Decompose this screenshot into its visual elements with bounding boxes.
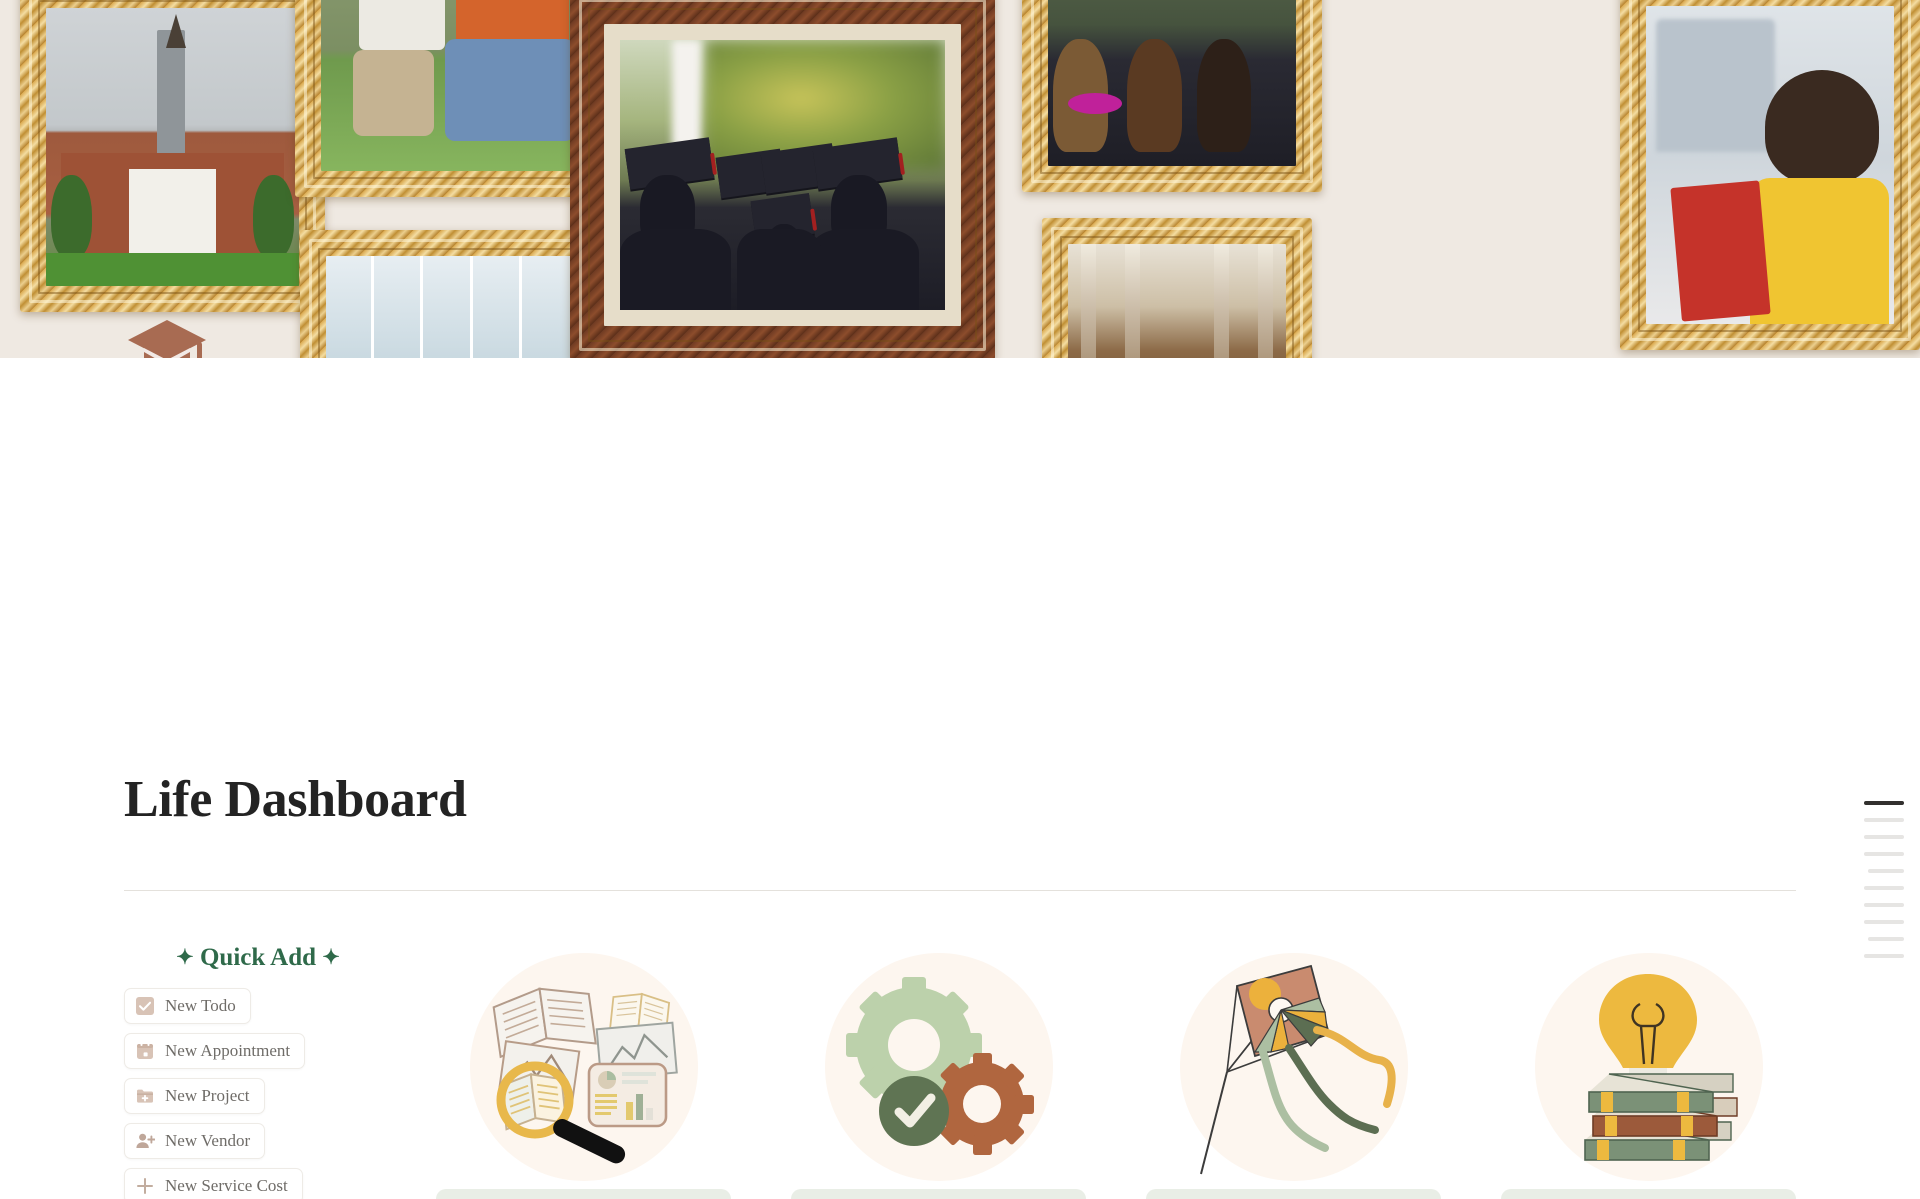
quick-add-panel: ✦ Quick Add ✦ New Todo New Appointment N… xyxy=(124,944,392,1199)
toc-item[interactable] xyxy=(1868,869,1904,873)
lightbulb-books-illustration xyxy=(1501,944,1796,1189)
new-service-cost-label: New Service Cost xyxy=(165,1176,288,1195)
page-title: Life Dashboard xyxy=(124,771,467,828)
card-reference: Reference Meals Cont xyxy=(1501,1189,1796,1199)
books-magnifier-illustration xyxy=(436,944,731,1189)
toc-item[interactable] xyxy=(1864,954,1904,958)
gears-check-illustration xyxy=(791,944,1086,1189)
column-daily: Daily Life Dashbo... xyxy=(436,944,731,1199)
toc-item[interactable] xyxy=(1864,886,1904,890)
toc-item[interactable] xyxy=(1864,852,1904,856)
cover-photo-glass xyxy=(300,230,600,358)
card-life: Life Budget xyxy=(1146,1189,1441,1199)
toc-item[interactable] xyxy=(1864,818,1904,822)
cover-photo-student-books xyxy=(1620,0,1920,350)
cover-photo-graduates-arms xyxy=(1022,0,1322,192)
column-planning: Planning Areas xyxy=(791,944,1086,1199)
title-divider xyxy=(124,890,1796,891)
cover-photo-campus xyxy=(20,0,325,312)
new-todo-button[interactable]: New Todo xyxy=(124,988,251,1024)
graduation-cap-icon xyxy=(128,320,206,358)
diamond-icon: ✦ xyxy=(322,945,340,969)
quick-add-heading-label: Quick Add xyxy=(199,944,317,971)
toc-item[interactable] xyxy=(1864,801,1904,805)
user-plus-icon xyxy=(136,1133,155,1148)
new-service-cost-button[interactable]: New Service Cost xyxy=(124,1168,303,1199)
new-appointment-button[interactable]: New Appointment xyxy=(124,1033,306,1069)
new-vendor-button[interactable]: New Vendor xyxy=(124,1123,266,1159)
calendar-icon xyxy=(137,1042,153,1059)
toc-item[interactable] xyxy=(1868,937,1904,941)
new-todo-label: New Todo xyxy=(165,996,236,1015)
toc-item[interactable] xyxy=(1864,903,1904,907)
folder-plus-icon xyxy=(137,1089,153,1103)
new-vendor-label: New Vendor xyxy=(165,1131,251,1150)
quick-add-heading: ✦ Quick Add ✦ xyxy=(124,944,392,972)
plus-icon xyxy=(137,1178,153,1194)
new-project-button[interactable]: New Project xyxy=(124,1078,265,1114)
toc-item[interactable] xyxy=(1864,920,1904,924)
card-planning: Planning Areas xyxy=(791,1189,1086,1199)
table-of-contents-minimap[interactable] xyxy=(1860,801,1904,958)
cover-photo-graduation xyxy=(570,0,995,358)
column-life: Life Budget xyxy=(1146,944,1441,1199)
cover-photo-students xyxy=(295,0,617,197)
toc-item[interactable] xyxy=(1864,835,1904,839)
checkbox-checked-icon xyxy=(136,997,154,1015)
category-columns: Daily Life Dashbo... xyxy=(436,944,1796,1199)
new-appointment-label: New Appointment xyxy=(165,1041,291,1060)
card-daily: Daily Life Dashbo... xyxy=(436,1189,731,1199)
kite-illustration xyxy=(1146,944,1441,1189)
new-project-label: New Project xyxy=(165,1086,250,1105)
cover-photo-library xyxy=(1042,218,1312,358)
column-reference: Reference Meals Cont xyxy=(1501,944,1796,1199)
diamond-icon: ✦ xyxy=(176,945,194,969)
cover-banner xyxy=(0,0,1920,358)
